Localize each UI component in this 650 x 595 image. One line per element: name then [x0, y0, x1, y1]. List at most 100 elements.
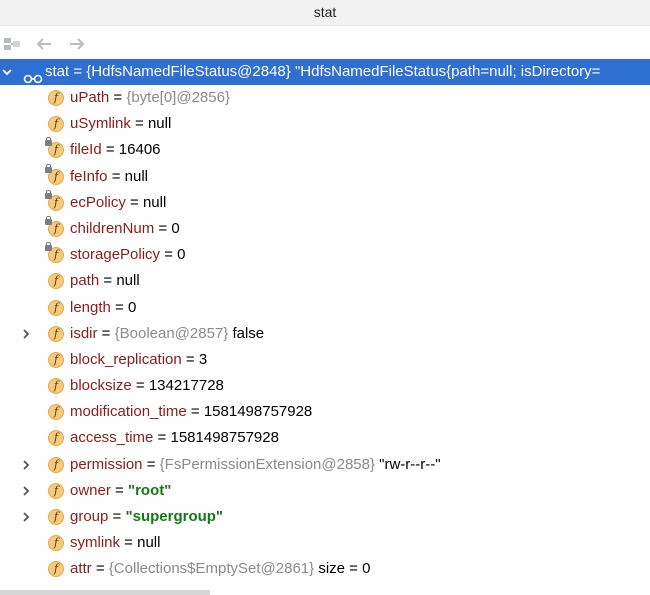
field-value: 0 [171, 219, 180, 237]
field-name: symlink [70, 534, 121, 552]
field-line: block_replication = 3 [70, 347, 207, 373]
debugger-toolbar [0, 26, 650, 61]
field-icon: f [48, 535, 64, 552]
equals-sign: = [91, 560, 109, 578]
tree-row-attr[interactable]: f attr = {Collections$EmptySet@2861} size… [0, 556, 650, 582]
tree-row-uPath[interactable]: f uPath = {byte[0]@2856} [0, 85, 650, 111]
field-line: fileId = 16406 [70, 137, 161, 163]
field-icon: f [48, 482, 64, 499]
field-line: length = 0 [70, 295, 136, 321]
tree-row-blocksize[interactable]: f blocksize = 134217728 [0, 373, 650, 399]
tree-row-group[interactable]: f group = "supergroup" [0, 504, 650, 530]
field-icon: f [48, 430, 64, 447]
tree-row-block_replication[interactable]: f block_replication = 3 [0, 347, 650, 373]
chevron-down-icon[interactable] [1, 66, 13, 78]
field-value: null [147, 115, 172, 133]
tree-row-length[interactable]: f length = 0 [0, 295, 650, 321]
field-icon: f [48, 299, 64, 316]
field-line: attr = {Collections$EmptySet@2861} size … [70, 556, 370, 582]
final-lock-icon [45, 189, 52, 199]
root-variable-text: stat = {HdfsNamedFileStatus@2848} "HdfsN… [45, 63, 601, 80]
field-name: length [70, 298, 111, 316]
equals-sign: = [110, 298, 128, 316]
tree-row-access_time[interactable]: f access_time = 1581498757928 [0, 425, 650, 451]
chevron-right-icon[interactable] [20, 328, 32, 340]
restore-layout-icon[interactable] [2, 34, 22, 54]
field-line: owner = "root" [70, 478, 171, 504]
tree-row-childrenNum[interactable]: f childrenNum = 0 [0, 215, 650, 242]
field-value: 1581498757928 [203, 403, 313, 421]
equals-sign: = [142, 455, 160, 473]
field-value: 0 [177, 246, 186, 264]
field-icon: f [48, 90, 64, 106]
equals-sign: = [131, 377, 149, 395]
equals-sign: = [120, 534, 138, 552]
chevron-right-icon[interactable] [20, 459, 32, 471]
tree-row-isdir[interactable]: f isdir = {Boolean@2857} false [0, 321, 650, 347]
object-reference: {FsPermissionExtension@2858} [159, 455, 375, 473]
final-lock-icon [45, 215, 52, 225]
field-name: access_time [70, 429, 154, 447]
equals-sign: = [186, 403, 204, 421]
equals-sign: = [154, 219, 172, 237]
tree-row-symlink[interactable]: f symlink = null [0, 530, 650, 556]
horizontal-scrollbar[interactable] [0, 590, 210, 595]
field-value: 134217728 [148, 377, 224, 395]
field-value: 1581498757928 [170, 429, 279, 447]
field-line: blocksize = 134217728 [70, 373, 224, 399]
field-value: null [116, 272, 140, 290]
field-name: path [70, 272, 100, 290]
tree-row-fileId[interactable]: f fileId = 16406 [0, 137, 650, 163]
equals-sign: = [108, 508, 126, 525]
field-icon: f [48, 325, 64, 342]
field-name: group [70, 508, 109, 525]
equals-sign: = [99, 272, 117, 290]
tree-row-ecPolicy[interactable]: f ecPolicy = null [0, 189, 650, 216]
field-icon: f [48, 509, 64, 525]
field-name: attr [70, 560, 92, 578]
field-value: "rw-r--r--" [379, 455, 441, 473]
arrow-right-icon[interactable] [67, 34, 87, 54]
field-line: uPath = {byte[0]@2856} [70, 85, 230, 111]
field-line: symlink = null [70, 530, 160, 556]
field-icon: f [48, 404, 64, 421]
field-value: null [142, 193, 167, 211]
tree-row-feInfo[interactable]: f feInfo = null [0, 163, 650, 190]
field-name: fileId [70, 141, 102, 159]
tree-row-owner[interactable]: f owner = "root" [0, 478, 650, 504]
equals-sign: = [181, 350, 199, 368]
tree-row-uSymlink[interactable]: f uSymlink = null [0, 111, 650, 137]
field-icon: f [48, 116, 64, 133]
arrow-left-icon[interactable] [34, 34, 54, 54]
field-line: storagePolicy = 0 [70, 242, 186, 268]
field-value: false [232, 324, 265, 342]
field-value: 16406 [118, 141, 161, 159]
field-line: permission = {FsPermissionExtension@2858… [70, 452, 441, 478]
chevron-right-icon[interactable] [20, 511, 32, 523]
tree-row-modification_time[interactable]: f modification_time = 1581498757928 [0, 399, 650, 425]
field-line: ecPolicy = null [70, 190, 166, 216]
equals-sign: = [101, 141, 119, 159]
chevron-right-icon[interactable] [20, 485, 32, 497]
field-line: group = "supergroup" [70, 504, 223, 530]
field-name: permission [70, 455, 143, 473]
field-line: access_time = 1581498757928 [70, 425, 279, 451]
tree-row-storagePolicy[interactable]: f storagePolicy = 0 [0, 242, 650, 268]
final-lock-icon [45, 242, 52, 252]
field-value: size = 0 [318, 560, 371, 578]
equals-sign: = [153, 429, 171, 447]
tree-row-root[interactable]: stat = {HdfsNamedFileStatus@2848} "HdfsN… [0, 59, 650, 85]
field-value: null [137, 534, 161, 552]
equals-sign: = [130, 115, 148, 133]
equals-sign: = [125, 193, 143, 211]
tree-row-permission[interactable]: f permission = {FsPermissionExtension@285… [0, 452, 650, 478]
field-value: 3 [198, 350, 208, 368]
field-name: ecPolicy [70, 193, 126, 211]
object-reference: {Boolean@2857} [114, 324, 229, 342]
field-name: isdir [70, 324, 98, 342]
tree-row-path[interactable]: f path = null [0, 268, 650, 294]
field-line: isdir = {Boolean@2857} false [70, 321, 264, 347]
field-value: null [124, 167, 148, 185]
field-name: modification_time [70, 403, 187, 421]
equals-sign: = [107, 167, 125, 185]
